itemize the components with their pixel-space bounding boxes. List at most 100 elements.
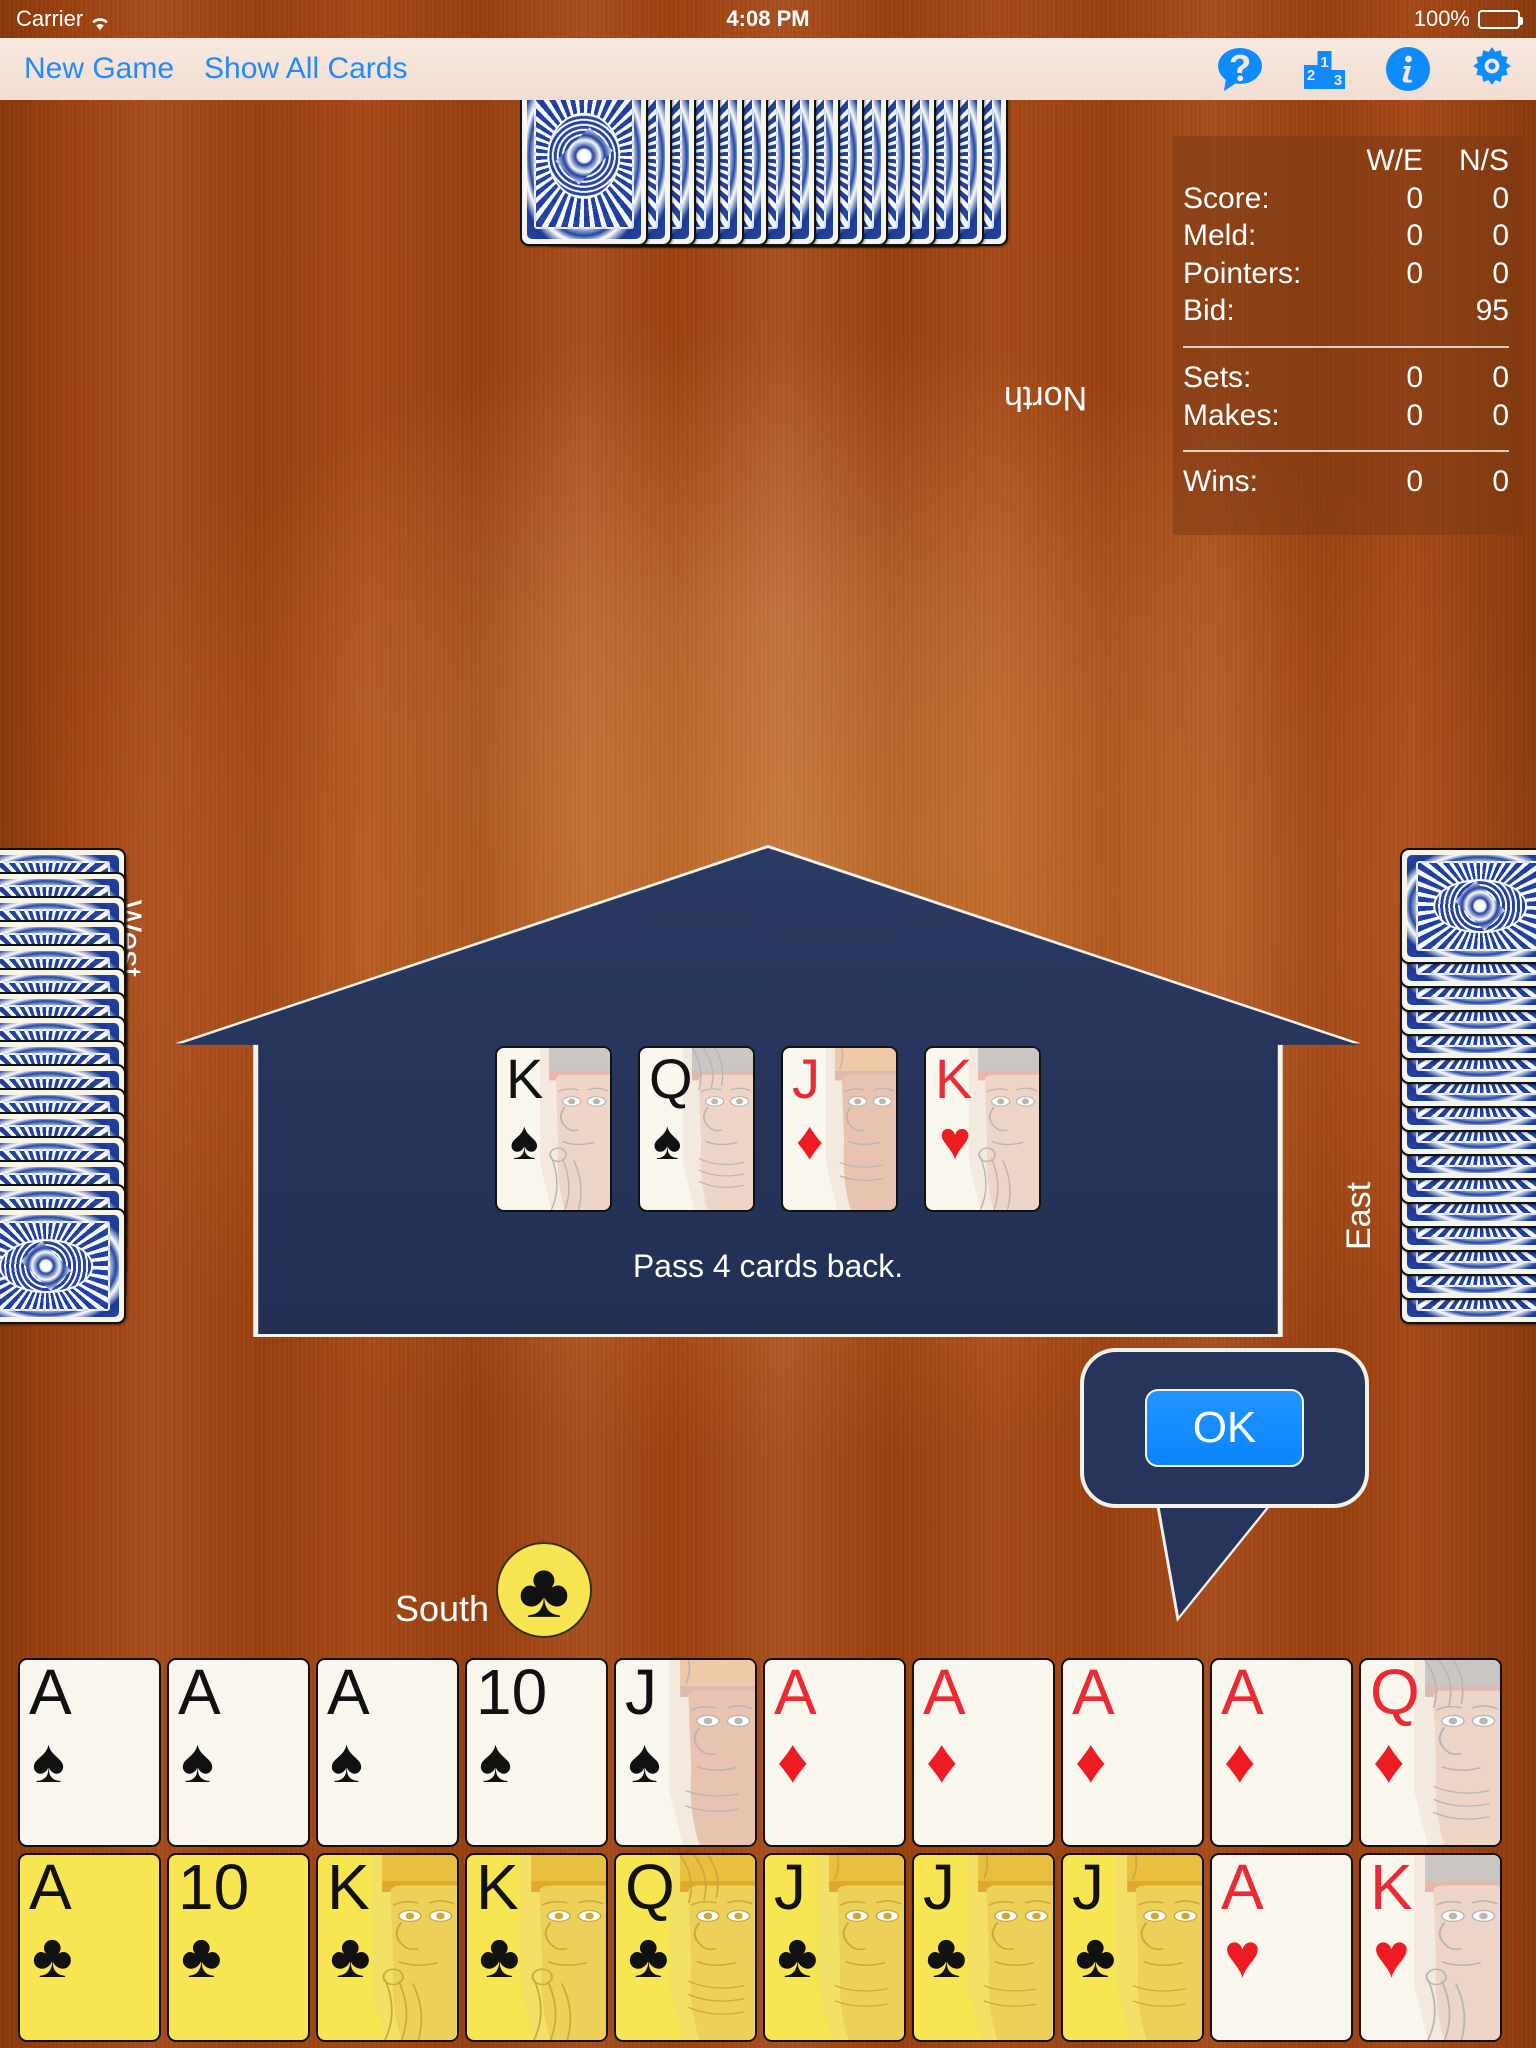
card-rank: K bbox=[1370, 1853, 1413, 1923]
card-rank: K bbox=[327, 1853, 370, 1923]
card-suit-pip: ♣ bbox=[479, 1922, 520, 1991]
card-rank: Q bbox=[625, 1853, 675, 1923]
card-suit-pip: ♣ bbox=[1075, 1922, 1116, 1991]
playing-card[interactable]: K ♥ bbox=[924, 1046, 1041, 1212]
card-rank: A bbox=[178, 1658, 221, 1728]
court-face-artwork bbox=[668, 1660, 755, 1845]
toolbar-icon-group: 2 1 3 bbox=[1216, 45, 1516, 93]
playing-card[interactable]: K ♥ bbox=[1359, 1853, 1502, 2042]
info-icon[interactable] bbox=[1384, 45, 1432, 93]
scoreboard-row-label: Makes: bbox=[1183, 398, 1280, 432]
playing-card[interactable]: A ♦ bbox=[1210, 1658, 1353, 1847]
scoreboard-row-label: Meld: bbox=[1183, 219, 1257, 253]
playing-card[interactable]: A ♦ bbox=[912, 1658, 1055, 1847]
court-face-artwork bbox=[539, 1048, 610, 1210]
scoreboard-row-ns: 0 bbox=[1492, 360, 1509, 394]
leaderboard-icon[interactable]: 2 1 3 bbox=[1300, 45, 1348, 93]
playing-card[interactable]: J ♣ bbox=[912, 1853, 1055, 2042]
card-suit-pip: ♦ bbox=[1075, 1727, 1107, 1796]
scoreboard-row-we: 0 bbox=[1406, 181, 1423, 215]
scoreboard-row: Meld: 0 0 bbox=[1183, 217, 1509, 255]
card-rank: J bbox=[625, 1658, 657, 1728]
card-rank: Q bbox=[649, 1047, 693, 1110]
playing-card[interactable]: J ♣ bbox=[1061, 1853, 1204, 2042]
playing-card[interactable]: A ♠ bbox=[316, 1658, 459, 1847]
show-all-cards-button[interactable]: Show All Cards bbox=[204, 52, 407, 86]
scoreboard-row-ns: 0 bbox=[1492, 256, 1509, 290]
card-rank: K bbox=[476, 1853, 519, 1923]
card-rank: 10 bbox=[476, 1658, 548, 1728]
dialog-card-row: K ♠ Q ♠ J ♦ K ♥ bbox=[178, 1046, 1358, 1212]
playing-card[interactable]: A ♦ bbox=[1061, 1658, 1204, 1847]
playing-card[interactable]: J ♠ bbox=[614, 1658, 757, 1847]
playing-card[interactable]: Q ♠ bbox=[638, 1046, 755, 1212]
card-suit-pip: ♦ bbox=[777, 1727, 809, 1796]
playing-card[interactable]: 10 ♣ bbox=[167, 1853, 310, 2042]
scoreboard-panel: W/E N/S Score: 0 0 Meld: 0 0 Pointers: 0 0 Bid: 95 Se… bbox=[1173, 136, 1523, 535]
scoreboard-row: Score: 0 0 bbox=[1183, 180, 1509, 218]
court-face-artwork bbox=[966, 1855, 1053, 2040]
ok-speech-bubble: OK bbox=[1080, 1348, 1369, 1508]
scoreboard-row-ns: 0 bbox=[1492, 181, 1509, 215]
playing-card[interactable]: A ♣ bbox=[18, 1853, 161, 2042]
trump-suit-badge: ♣ bbox=[496, 1542, 592, 1638]
card-suit-pip: ♣ bbox=[628, 1922, 669, 1991]
scoreboard-header-blank bbox=[1183, 142, 1337, 180]
card-suit-pip: ♥ bbox=[1224, 1922, 1261, 1991]
card-rank: A bbox=[1221, 1853, 1264, 1923]
scoreboard-row-we: 0 bbox=[1406, 465, 1423, 499]
card-suit-pip: ♠ bbox=[32, 1727, 65, 1796]
settings-gear-icon[interactable] bbox=[1468, 45, 1516, 93]
scoreboard-header-ns: N/S bbox=[1458, 144, 1509, 177]
playing-card[interactable]: K ♣ bbox=[465, 1853, 608, 2042]
playing-card[interactable]: A ♠ bbox=[18, 1658, 161, 1847]
card-rank: K bbox=[506, 1047, 544, 1110]
playing-card[interactable]: Q ♣ bbox=[614, 1853, 757, 2042]
pass-cards-dialog: K ♠ Q ♠ J ♦ K ♥ Pass 4 cards back. bbox=[175, 845, 1361, 1337]
scoreboard-row-we: 0 bbox=[1406, 360, 1423, 394]
svg-text:2: 2 bbox=[1307, 67, 1315, 84]
scoreboard-row-we bbox=[1337, 292, 1423, 330]
south-label: South bbox=[395, 1588, 490, 1629]
dialog-message: Pass 4 cards back. bbox=[632, 1248, 904, 1284]
playing-card[interactable]: Q ♦ bbox=[1359, 1658, 1502, 1847]
scoreboard-row-ns: 0 bbox=[1492, 465, 1509, 499]
card-suit-pip: ♠ bbox=[479, 1727, 512, 1796]
battery-full-icon bbox=[1478, 9, 1523, 29]
card-rank: A bbox=[923, 1658, 966, 1728]
playing-card[interactable]: A ♦ bbox=[763, 1658, 906, 1847]
playing-card[interactable]: A ♥ bbox=[1210, 1853, 1353, 2042]
card-rank: A bbox=[1072, 1658, 1115, 1728]
scoreboard-row: Sets: 0 0 bbox=[1183, 359, 1509, 397]
new-game-button[interactable]: New Game bbox=[24, 52, 174, 86]
card-suit-pip: ♥ bbox=[939, 1111, 972, 1171]
ok-button[interactable]: OK bbox=[1145, 1389, 1304, 1467]
playing-card[interactable]: J ♦ bbox=[781, 1046, 898, 1212]
playing-card[interactable]: A ♠ bbox=[167, 1658, 310, 1847]
battery-percent-label: 100% bbox=[1413, 6, 1470, 31]
card-rank: A bbox=[29, 1658, 72, 1728]
court-face-artwork bbox=[519, 1855, 606, 2040]
card-rank: A bbox=[29, 1853, 72, 1923]
court-face-artwork bbox=[968, 1048, 1039, 1210]
scoreboard-row-ns: 0 bbox=[1492, 219, 1509, 253]
scoreboard-row-label: Score: bbox=[1183, 181, 1270, 215]
ok-bubble-wrapper: OK bbox=[1080, 1348, 1369, 1622]
scoreboard-header-we: W/E bbox=[1366, 144, 1423, 177]
card-rank: A bbox=[774, 1658, 817, 1728]
playing-card[interactable]: J ♣ bbox=[763, 1853, 906, 2042]
help-icon[interactable] bbox=[1216, 45, 1264, 93]
court-face-artwork bbox=[1413, 1855, 1500, 2040]
scoreboard-table: W/E N/S Score: 0 0 Meld: 0 0 Pointers: 0 0 Bid: 95 Se… bbox=[1183, 142, 1509, 501]
playing-card[interactable]: K ♣ bbox=[316, 1853, 459, 2042]
playing-card[interactable]: 10 ♠ bbox=[465, 1658, 608, 1847]
scoreboard-row: Pointers: 0 0 bbox=[1183, 255, 1509, 293]
card-rank: J bbox=[1072, 1853, 1104, 1923]
south-hand: A ♠ A ♠ A ♠ 10 ♠ J ♠ A ♦ A ♦ A ♦ A ♦ Q ♦ A ♣ 10 ♣ K ♣ K ♣ Q ♣ J ♣ J ♣ J ♣ A… bbox=[18, 1658, 1502, 2042]
playing-card[interactable]: K ♠ bbox=[495, 1046, 612, 1212]
card-rank: J bbox=[774, 1853, 806, 1923]
court-face-artwork bbox=[1115, 1855, 1202, 2040]
card-suit-pip: ♦ bbox=[1224, 1727, 1256, 1796]
card-suit-pip: ♠ bbox=[181, 1727, 214, 1796]
card-suit-pip: ♣ bbox=[777, 1922, 818, 1991]
